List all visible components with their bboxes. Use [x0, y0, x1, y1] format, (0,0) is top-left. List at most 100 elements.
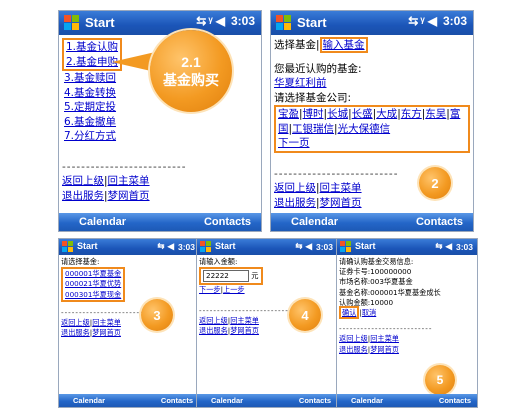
fund-link[interactable]: 000001华夏基金 [65, 269, 121, 278]
exit-link[interactable]: 退出服务 [199, 326, 228, 335]
windows-logo-icon[interactable] [64, 15, 80, 31]
title-bar: Start ⇆ ᵞ ◀ 3:03 [271, 11, 473, 35]
contacts-softkey[interactable]: Contacts [439, 396, 471, 405]
start-title[interactable]: Start [77, 241, 98, 251]
amount-input[interactable]: 22222 [203, 270, 249, 283]
fund-list-content: 请选择基金: 000001华夏基金 000021华夏优势 000301华夏现金 … [59, 257, 199, 338]
fund-link[interactable]: 000301华夏现金 [65, 290, 121, 299]
main-menu-link[interactable]: 回主菜单 [108, 175, 150, 187]
company-link[interactable]: 东吴 [425, 108, 446, 120]
back-link[interactable]: 返回上级 [61, 318, 90, 327]
company-link[interactable]: 大成 [376, 108, 397, 120]
back-link[interactable]: 返回上级 [62, 175, 104, 187]
start-title[interactable]: Start [85, 15, 115, 30]
main-menu-link[interactable]: 回主菜单 [370, 334, 399, 343]
start-title[interactable]: Start [355, 241, 376, 251]
home-link[interactable]: 梦网首页 [108, 190, 150, 202]
home-link[interactable]: 梦网首页 [320, 197, 362, 209]
main-menu-link[interactable]: 回主菜单 [92, 318, 121, 327]
home-link[interactable]: 梦网首页 [92, 328, 121, 337]
start-title[interactable]: Start [297, 15, 327, 30]
callout-text: 基金购买 [163, 72, 219, 88]
title-bar: Start ⇆ ◀ 3:03 [197, 239, 337, 255]
windows-logo-icon[interactable] [200, 241, 211, 252]
company-list: 宝盈|博时|长城|长盛|大成|东方|东吴|富国|工银瑞信|光大保德信 下一页 [274, 105, 470, 153]
contacts-softkey[interactable]: Contacts [161, 396, 193, 405]
company-link[interactable]: 博时 [303, 108, 324, 120]
back-link[interactable]: 返回上级 [274, 182, 316, 194]
status-area: ⇆ ◀ 3:03 [295, 241, 333, 252]
menu-item-fund-purchase[interactable]: 2.基金申购 [66, 56, 118, 68]
speaker-icon[interactable]: ◀ [216, 14, 225, 28]
speaker-icon[interactable]: ◀ [305, 241, 312, 252]
cancel-link[interactable]: 取消 [362, 308, 376, 317]
menu-item-fund-convert[interactable]: 4.基金转换 [64, 87, 116, 99]
next-page-link[interactable]: 下一页 [278, 137, 310, 149]
select-fund-prompt: 请选择基金: [61, 257, 100, 266]
windows-logo-icon[interactable] [62, 241, 73, 252]
fund-list: 000001华夏基金 000021华夏优势 000301华夏现金 [61, 267, 126, 302]
prev-step-link[interactable]: 上一步 [223, 285, 245, 294]
exit-link[interactable]: 退出服务 [339, 345, 368, 354]
connectivity-icon[interactable]: ⇆ [157, 241, 164, 252]
fund-link[interactable]: 000021华夏优势 [65, 279, 121, 288]
connectivity-icon[interactable]: ⇆ [196, 14, 206, 28]
connectivity-icon[interactable]: ⇆ [295, 241, 302, 252]
phone-screen-3: Start ⇆ ◀ 3:03 请选择基金: 000001华夏基金 000021华… [58, 238, 200, 408]
home-link[interactable]: 梦网首页 [370, 345, 399, 354]
softkey-bar: Calendar Contacts [59, 213, 261, 231]
main-menu-link[interactable]: 回主菜单 [320, 182, 362, 194]
confirm-content: 请确认购基金交易信息: 证券卡号:100000000 市场名称:003华夏基金 … [337, 257, 477, 355]
start-title[interactable]: Start [215, 241, 236, 251]
home-link[interactable]: 梦网首页 [230, 326, 259, 335]
info-line: 证券卡号:100000000 [339, 267, 412, 277]
menu-item-fund-subscribe[interactable]: 1.基金认购 [66, 41, 118, 53]
confirm-link[interactable]: 确认 [342, 308, 356, 317]
softkey-bar: Calendar Contacts [271, 213, 473, 231]
input-fund-link[interactable]: 输入基金 [323, 39, 365, 51]
callout-number: 2.1 [181, 54, 201, 70]
next-step-link[interactable]: 下一步 [199, 285, 221, 294]
main-menu-link[interactable]: 回主菜单 [230, 316, 259, 325]
contacts-softkey[interactable]: Contacts [416, 216, 463, 228]
menu-item-regular-invest[interactable]: 5.定期定投 [64, 101, 116, 113]
info-line: 基金名称:000001华夏基金成长 [339, 287, 441, 297]
menu-item-fund-cancel[interactable]: 6.基金撤单 [64, 116, 116, 128]
connectivity-icon[interactable]: ⇆ [435, 241, 442, 252]
step-badge: 5 [425, 365, 455, 395]
exit-link[interactable]: 退出服务 [274, 197, 316, 209]
calendar-softkey[interactable]: Calendar [73, 396, 105, 405]
windows-logo-icon[interactable] [340, 241, 351, 252]
windows-logo-icon[interactable] [276, 15, 292, 31]
speaker-icon[interactable]: ◀ [428, 14, 437, 28]
company-link[interactable]: 光大保德信 [338, 123, 391, 135]
company-link[interactable]: 工银瑞信 [292, 123, 334, 135]
clock: 3:03 [315, 241, 333, 252]
title-bar: Start ⇆ ◀ 3:03 [59, 239, 199, 255]
menu-item-dividend-mode[interactable]: 7.分红方式 [64, 130, 116, 142]
back-link[interactable]: 返回上级 [199, 316, 228, 325]
company-link[interactable]: 长盛 [352, 108, 373, 120]
exit-link[interactable]: 退出服务 [61, 328, 90, 337]
calendar-softkey[interactable]: Calendar [79, 216, 126, 228]
calendar-softkey[interactable]: Calendar [351, 396, 383, 405]
calendar-softkey[interactable]: Calendar [291, 216, 338, 228]
company-link[interactable]: 宝盈 [278, 108, 299, 120]
back-link[interactable]: 返回上级 [339, 334, 368, 343]
company-link[interactable]: 长城 [327, 108, 348, 120]
contacts-softkey[interactable]: Contacts [204, 216, 251, 228]
status-area: ⇆ ᵞ ◀ 3:03 [196, 14, 255, 28]
clock: 3:03 [455, 241, 473, 252]
menu-item-fund-redeem[interactable]: 3.基金赎回 [64, 72, 116, 84]
calendar-softkey[interactable]: Calendar [211, 396, 243, 405]
contacts-softkey[interactable]: Contacts [299, 396, 331, 405]
recent-fund-link[interactable]: 华夏红利前 [274, 77, 327, 89]
connectivity-icon[interactable]: ⇆ [408, 14, 418, 28]
company-link[interactable]: 东方 [401, 108, 422, 120]
softkey-bar: Calendar Contacts [337, 394, 477, 407]
amount-prompt: 请输入金额: [199, 257, 238, 266]
speaker-icon[interactable]: ◀ [445, 241, 452, 252]
clock: 3:03 [230, 14, 255, 28]
exit-link[interactable]: 退出服务 [62, 190, 104, 202]
speaker-icon[interactable]: ◀ [167, 241, 174, 252]
